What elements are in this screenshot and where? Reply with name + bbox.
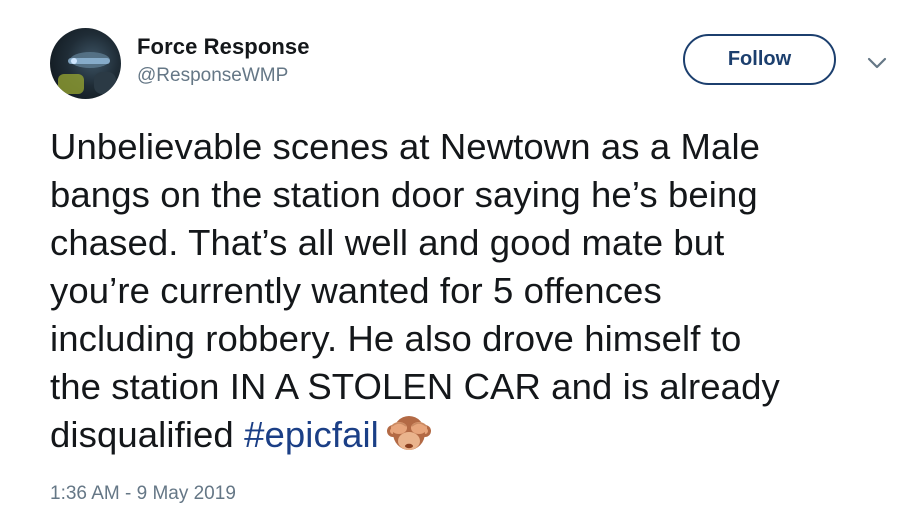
see-no-evil-monkey-icon [386,411,431,467]
tweet-text-line: the station IN A STOLEN CAR and is alrea… [50,366,780,407]
tweet-text-line: chased. That’s all well and good mate bu… [50,222,725,263]
avatar[interactable] [50,28,121,99]
chevron-down-icon[interactable] [866,54,888,72]
tweet-text-line: bangs on the station door saying he’s be… [50,174,758,215]
tweet-text-segment: disqualified [50,414,245,455]
follow-button[interactable]: Follow [683,34,836,85]
tweet-timestamp[interactable]: 1:36 AM - 9 May 2019 [50,482,236,506]
user-handle[interactable]: @ResponseWMP [137,64,310,88]
tweet-text: Unbelievable scenes at Newtown as a Male… [50,123,870,467]
tweet-card: Force Response @ResponseWMP Follow Unbel… [0,0,908,521]
tweet-text-last-line: disqualified #epicfail [50,411,870,467]
author-block: Force Response @ResponseWMP [137,34,310,88]
display-name[interactable]: Force Response [137,34,310,60]
hashtag-link[interactable]: #epicfail [244,414,379,455]
tweet-text-line: you’re currently wanted for 5 offences [50,270,662,311]
tweet-text-line: Unbelievable scenes at Newtown as a Male [50,126,761,167]
tweet-text-line: including robbery. He also drove himself… [50,318,742,359]
